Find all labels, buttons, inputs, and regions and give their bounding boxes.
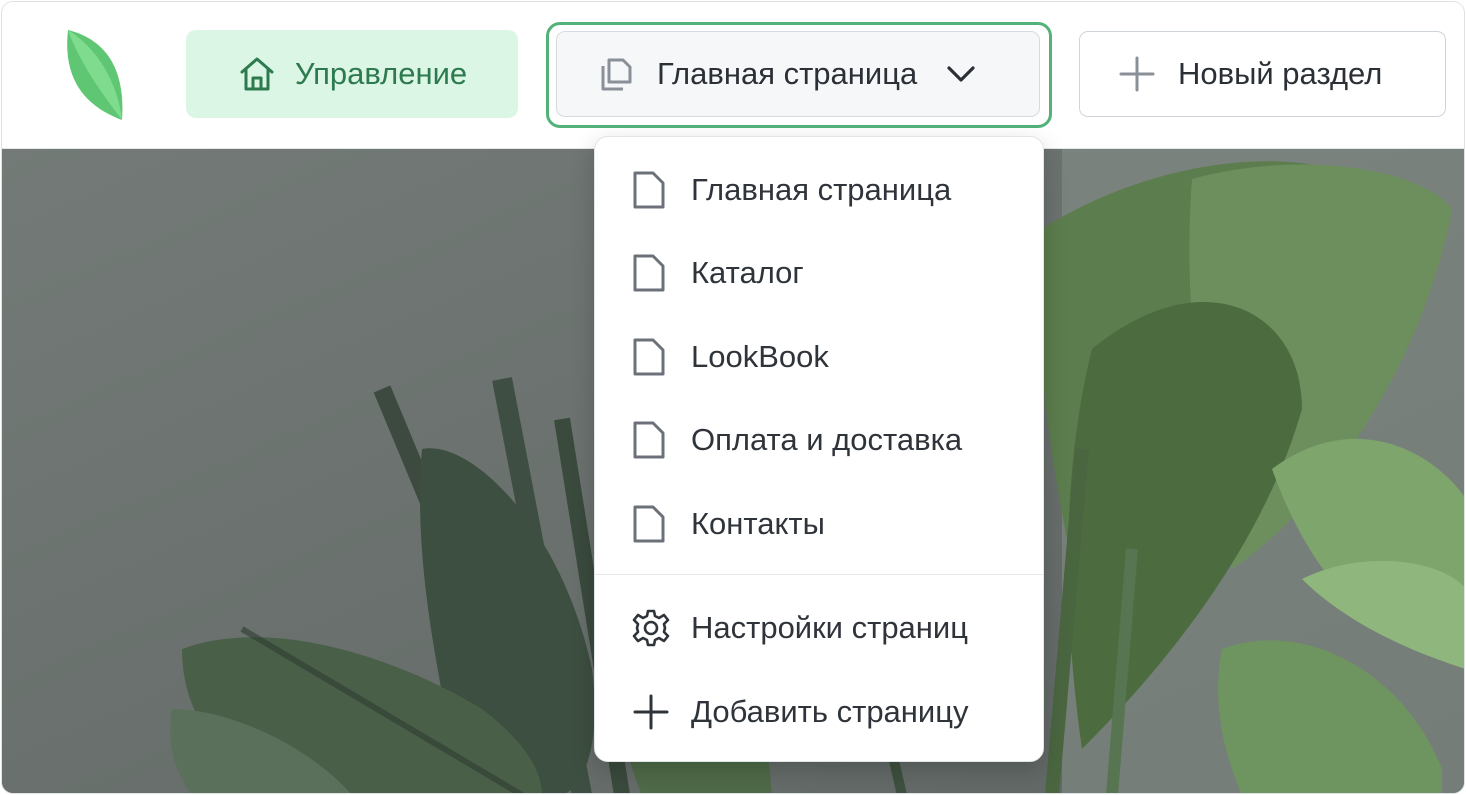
menu-item-lookbook[interactable]: LookBook <box>595 322 1043 392</box>
new-section-button[interactable]: Новый раздел <box>1079 31 1446 117</box>
menu-item-label: Оплата и доставка <box>691 422 963 457</box>
leaf-logo-icon[interactable] <box>60 24 130 124</box>
menu-divider <box>595 574 1043 575</box>
copy-pages-icon <box>601 58 632 91</box>
menu-item-page-settings[interactable]: Настройки страниц <box>595 593 1043 663</box>
manage-button[interactable]: Управление <box>186 30 518 118</box>
top-toolbar: Управление Главная страница Новый раздел <box>2 2 1464 149</box>
menu-item-label: Каталог <box>691 255 804 290</box>
menu-item-label: Контакты <box>691 506 825 541</box>
chevron-down-icon <box>947 66 975 82</box>
menu-item-label: LookBook <box>691 339 829 374</box>
page-dropdown-menu: Главная страница Каталог LookBook Оплата… <box>594 136 1044 762</box>
gear-icon <box>632 609 670 647</box>
menu-item-home-page[interactable]: Главная страница <box>595 155 1043 225</box>
home-icon <box>240 57 274 91</box>
manage-button-label: Управление <box>294 56 468 91</box>
page-icon <box>633 505 665 543</box>
menu-item-contacts[interactable]: Контакты <box>595 489 1043 559</box>
page-icon <box>633 254 665 292</box>
page-selector-dropdown[interactable]: Главная страница <box>556 31 1040 117</box>
page-settings-label: Настройки страниц <box>691 610 968 645</box>
page-icon <box>633 171 665 209</box>
add-page-label: Добавить страницу <box>691 694 969 729</box>
page-icon <box>633 421 665 459</box>
menu-item-add-page[interactable]: Добавить страницу <box>595 677 1043 747</box>
plus-icon <box>1119 56 1155 92</box>
menu-item-payment-delivery[interactable]: Оплата и доставка <box>595 405 1043 475</box>
page-icon <box>633 338 665 376</box>
app-frame: Управление Главная страница Новый раздел <box>1 1 1465 794</box>
menu-item-label: Главная страница <box>691 172 952 207</box>
new-section-label: Новый раздел <box>1178 56 1383 91</box>
menu-item-catalog[interactable]: Каталог <box>595 238 1043 308</box>
page-selector-label: Главная страница <box>657 56 918 91</box>
plus-icon <box>633 694 669 730</box>
